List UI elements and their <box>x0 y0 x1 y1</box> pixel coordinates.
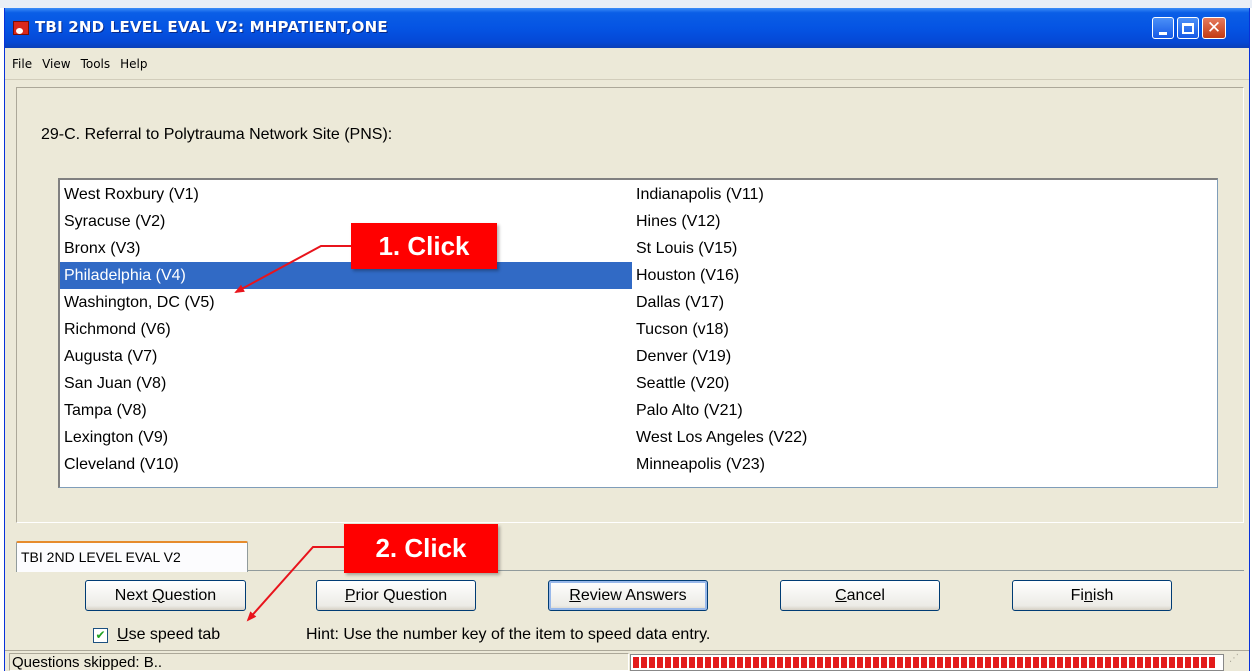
callout-2-click: 2. Click <box>344 524 498 573</box>
minimize-button[interactable] <box>1152 17 1174 39</box>
list-item[interactable]: West Los Angeles (V22) <box>632 424 1218 451</box>
list-item[interactable]: Houston (V16) <box>632 262 1218 289</box>
list-item[interactable]: Syracuse (V2) <box>60 208 632 235</box>
list-item[interactable]: Tucson (v18) <box>632 316 1218 343</box>
next-question-button[interactable]: Next Question <box>85 580 246 611</box>
callout-1-click: 1. Click <box>351 223 497 269</box>
prior-question-label: Prior Question <box>344 586 448 604</box>
list-item[interactable]: Richmond (V6) <box>60 316 632 343</box>
list-item[interactable]: Indianapolis (V11) <box>632 181 1218 208</box>
resize-grip-icon[interactable]: ⋰ <box>1229 654 1245 671</box>
title-bar[interactable]: TBI 2ND LEVEL EVAL V2: MHPATIENT,ONE ✕ <box>5 8 1249 48</box>
list-item[interactable]: Hines (V12) <box>632 208 1218 235</box>
menu-bar: File View Tools Help <box>5 48 1249 80</box>
finish-label: Finish <box>1070 586 1114 604</box>
cancel-button[interactable]: Cancel <box>780 580 940 611</box>
tab-tbi-2nd-level-eval[interactable]: TBI 2ND LEVEL EVAL V2 <box>16 541 248 572</box>
cancel-label: Cancel <box>835 586 885 604</box>
list-item[interactable]: West Roxbury (V1) <box>60 181 632 208</box>
list-item[interactable]: Cleveland (V10) <box>60 451 632 478</box>
list-item[interactable]: San Juan (V8) <box>60 370 632 397</box>
list-item[interactable]: Augusta (V7) <box>60 343 632 370</box>
close-icon: ✕ <box>1206 17 1222 38</box>
app-icon[interactable] <box>13 21 29 35</box>
pns-site-listbox[interactable]: West Roxbury (V1) Syracuse (V2) Bronx (V3)… <box>58 178 1218 488</box>
finish-button[interactable]: Finish <box>1012 580 1172 611</box>
speed-tab-checkbox[interactable]: ✔ <box>93 627 108 643</box>
question-panel: 29-C. Referral to Polytrauma Network Sit… <box>16 87 1244 523</box>
menu-view[interactable]: View <box>37 57 75 71</box>
list-item[interactable]: Washington, DC (V5) <box>60 289 632 316</box>
prior-question-button[interactable]: Prior Question <box>316 580 476 611</box>
list-item[interactable]: Palo Alto (V21) <box>632 397 1218 424</box>
list-item[interactable]: Minneapolis (V23) <box>632 451 1218 478</box>
list-item[interactable]: Philadelphia (V4) <box>60 262 632 289</box>
window-title: TBI 2ND LEVEL EVAL V2: MHPATIENT,ONE <box>35 18 388 36</box>
list-item[interactable]: Dallas (V17) <box>632 289 1218 316</box>
questions-skipped-status: Questions skipped: B.. <box>9 653 629 671</box>
list-item[interactable]: Tampa (V8) <box>60 397 632 424</box>
list-item[interactable]: Denver (V19) <box>632 343 1218 370</box>
question-label: 29-C. Referral to Polytrauma Network Sit… <box>41 126 393 143</box>
menu-help[interactable]: Help <box>115 57 152 71</box>
speed-tab-option[interactable]: ✔ Use speed tab <box>93 626 220 644</box>
list-item[interactable]: Bronx (V3) <box>60 235 632 262</box>
close-button[interactable]: ✕ <box>1202 17 1226 39</box>
progress-fill <box>633 657 1216 668</box>
next-question-label: Next Question <box>114 586 217 604</box>
maximize-button[interactable] <box>1177 17 1199 39</box>
speed-tab-label: Use speed tab <box>117 626 221 643</box>
maximize-icon <box>1182 22 1194 34</box>
hint-text: Hint: Use the number key of the item to … <box>306 626 711 643</box>
tab-strip: TBI 2ND LEVEL EVAL V2 <box>16 541 1244 572</box>
menu-tools[interactable]: Tools <box>76 57 116 71</box>
progress-bar <box>630 654 1224 671</box>
app-window: TBI 2ND LEVEL EVAL V2: MHPATIENT,ONE ✕ F… <box>4 8 1250 671</box>
review-answers-label: Review Answers <box>569 586 687 604</box>
minimize-icon <box>1159 31 1167 35</box>
list-item[interactable]: Seattle (V20) <box>632 370 1218 397</box>
list-item[interactable]: St Louis (V15) <box>632 235 1218 262</box>
status-bar: Questions skipped: B.. ⋰ <box>5 650 1249 671</box>
list-item[interactable]: Lexington (V9) <box>60 424 632 451</box>
menu-file[interactable]: File <box>7 57 37 71</box>
review-answers-button[interactable]: Review Answers <box>548 580 708 611</box>
background-strip <box>0 0 1252 8</box>
